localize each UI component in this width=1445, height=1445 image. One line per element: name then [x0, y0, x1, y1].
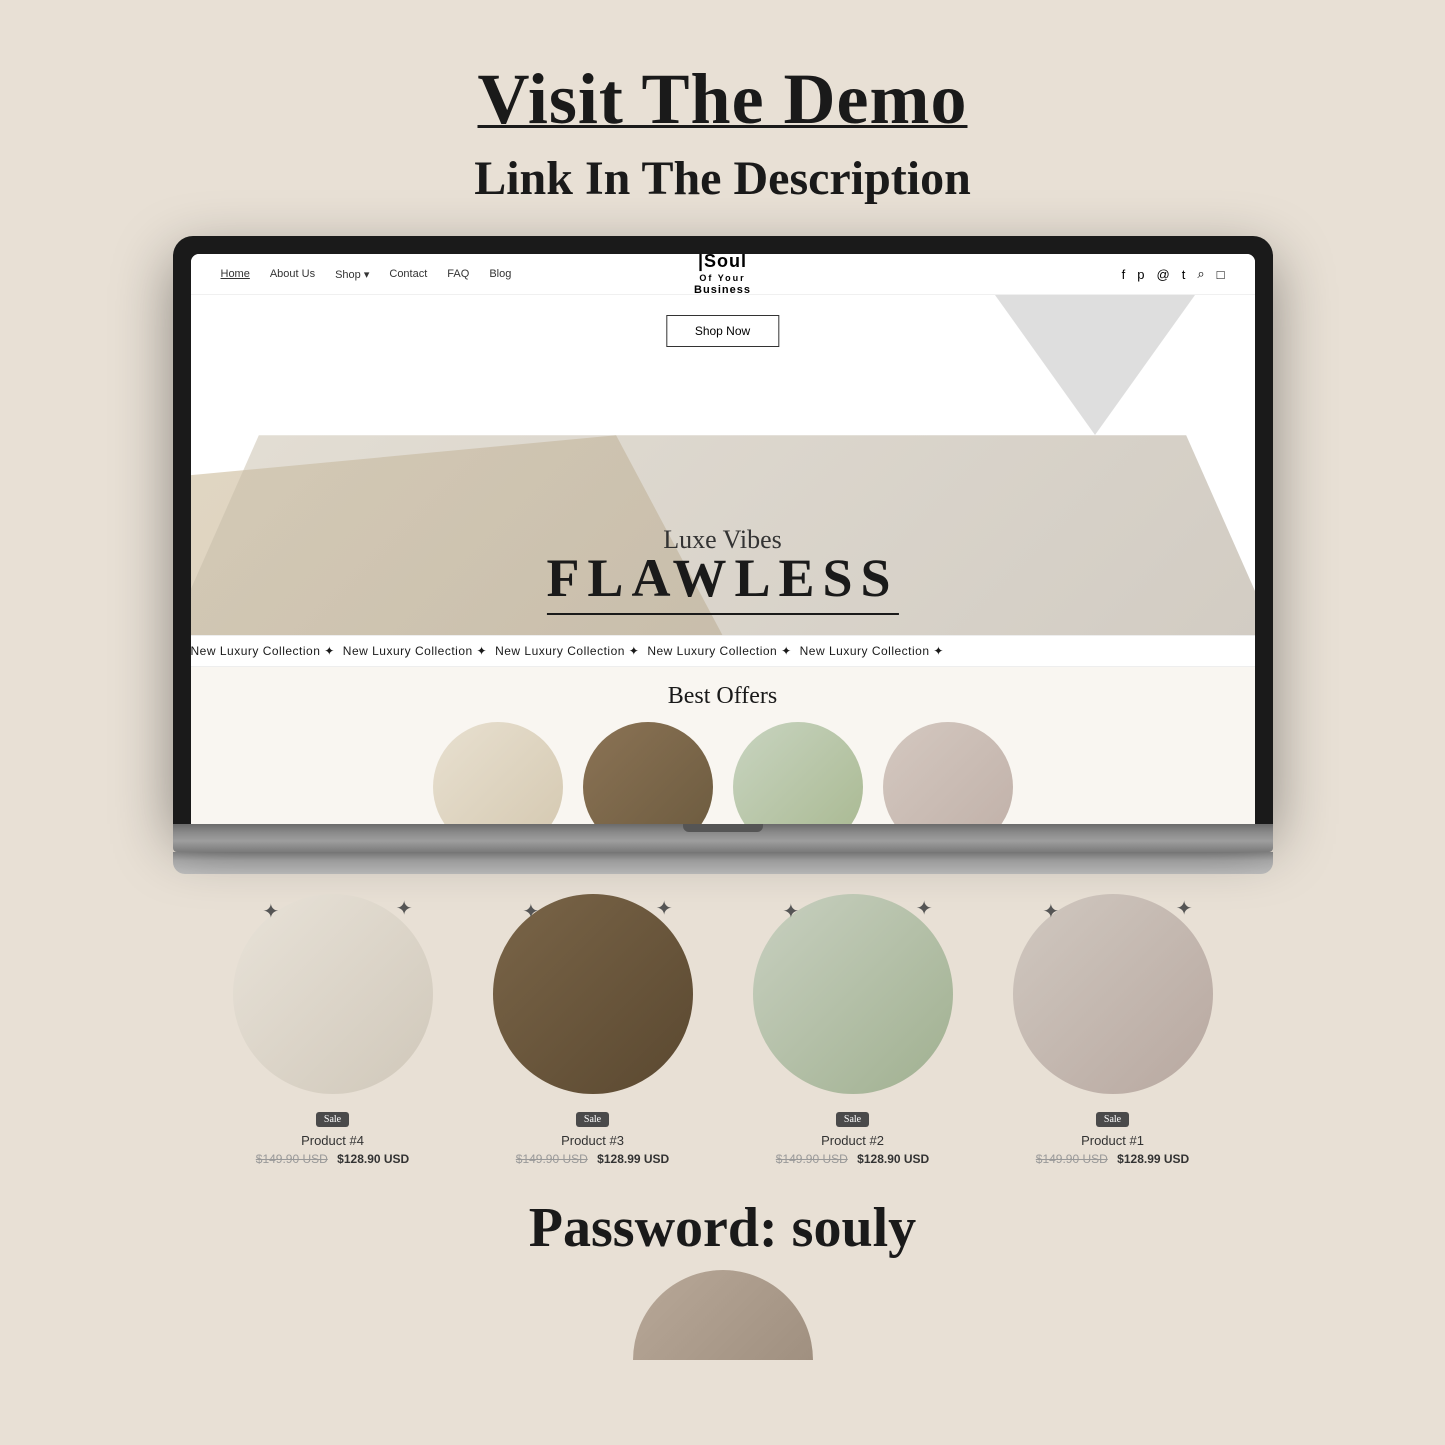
tiktok-icon[interactable]: t: [1182, 267, 1186, 282]
sparkle-tl-3: ✦: [783, 899, 800, 924]
sale-badge-4: Sale: [1096, 1112, 1129, 1127]
product-item-2: ✦ ✦ Sale Product #3 $149.90 USD $128.99 …: [483, 894, 703, 1166]
product-name-3: Product #2: [743, 1133, 963, 1148]
nav-contact[interactable]: Contact: [389, 268, 427, 281]
page-subtitle: Link In The Description: [474, 151, 971, 206]
sale-badge-2: Sale: [576, 1112, 609, 1127]
product-circle-small-2: [583, 722, 713, 824]
marquee-track: New Luxury Collection ✦ New Luxury Colle…: [191, 644, 1255, 658]
marquee-item-5: New Luxury Collection ✦: [800, 644, 944, 658]
product-name-4: Product #1: [1003, 1133, 1223, 1148]
sparkle-tl-2: ✦: [523, 899, 540, 924]
marquee-item-2: New Luxury Collection ✦: [343, 644, 487, 658]
sparkle-tl-1: ✦: [263, 899, 280, 924]
product-name-2: Product #3: [483, 1133, 703, 1148]
sale-badge-1: Sale: [316, 1112, 349, 1127]
product-circle-large-4: [1013, 894, 1213, 1094]
logo-soul: |Soul: [694, 254, 751, 273]
old-price-2: $149.90 USD: [516, 1152, 588, 1166]
products-section: ✦ ✦ Sale Product #4 $149.90 USD $128.90 …: [123, 894, 1323, 1166]
nav-logo: |Soul Of Your Business: [694, 254, 751, 297]
product-circle-large-3: [753, 894, 953, 1094]
flawless-word: FLAWLESS: [546, 547, 898, 615]
nav-blog[interactable]: Blog: [489, 268, 511, 281]
nav-shop[interactable]: Shop ▾: [335, 268, 369, 281]
marquee-section: New Luxury Collection ✦ New Luxury Colle…: [191, 635, 1255, 667]
hero-triangle: [995, 295, 1195, 435]
cart-icon[interactable]: □: [1217, 267, 1225, 282]
best-offers-title: Best Offers: [191, 683, 1255, 710]
sparkle-tr-2: ✦: [656, 896, 673, 921]
laptop-screen-area: Home About Us Shop ▾ Contact FAQ Blog |S…: [173, 236, 1273, 824]
new-price-3: $128.90 USD: [857, 1152, 929, 1166]
website-preview: Home About Us Shop ▾ Contact FAQ Blog |S…: [191, 254, 1255, 824]
sparkle-tr-4: ✦: [1176, 896, 1193, 921]
new-price-1: $128.90 USD: [337, 1152, 409, 1166]
laptop-screen: Home About Us Shop ▾ Contact FAQ Blog |S…: [191, 254, 1255, 824]
laptop-container: Home About Us Shop ▾ Contact FAQ Blog |S…: [173, 236, 1273, 874]
nav-home[interactable]: Home: [221, 268, 250, 281]
product-item-3: ✦ ✦ Sale Product #2 $149.90 USD $128.90 …: [743, 894, 963, 1166]
new-price-4: $128.99 USD: [1117, 1152, 1189, 1166]
old-price-4: $149.90 USD: [1036, 1152, 1108, 1166]
pinterest-icon[interactable]: p: [1137, 267, 1144, 282]
product-name-1: Product #4: [223, 1133, 443, 1148]
facebook-icon[interactable]: f: [1122, 267, 1126, 282]
nav-about[interactable]: About Us: [270, 268, 315, 281]
product-prices-3: $149.90 USD $128.90 USD: [743, 1152, 963, 1166]
product-circle-large-1: [233, 894, 433, 1094]
product-item-1: ✦ ✦ Sale Product #4 $149.90 USD $128.90 …: [223, 894, 443, 1166]
product-prices-2: $149.90 USD $128.99 USD: [483, 1152, 703, 1166]
marquee-item-3: New Luxury Collection ✦: [495, 644, 639, 658]
nav-bar: Home About Us Shop ▾ Contact FAQ Blog |S…: [191, 254, 1255, 295]
password-text: Password: souly: [529, 1196, 916, 1260]
old-price-3: $149.90 USD: [776, 1152, 848, 1166]
marquee-item-1: New Luxury Collection ✦: [191, 644, 335, 658]
product-circle-small-1: [433, 722, 563, 824]
products-row-inside: [191, 722, 1255, 824]
sparkle-tr-3: ✦: [916, 896, 933, 921]
product-circle-small-3: [733, 722, 863, 824]
nav-faq[interactable]: FAQ: [447, 268, 469, 281]
bottom-circle-preview: [633, 1270, 813, 1360]
instagram-icon[interactable]: @: [1157, 267, 1170, 282]
old-price-1: $149.90 USD: [256, 1152, 328, 1166]
hero-section: Shop Now Luxe Vibes FLAWLESS: [191, 295, 1255, 635]
new-price-2: $128.99 USD: [597, 1152, 669, 1166]
best-offers-section: Best Offers: [191, 667, 1255, 824]
shop-now-button[interactable]: Shop Now: [666, 315, 779, 347]
laptop-bottom: [173, 852, 1273, 874]
nav-icons: f p @ t ⌕ □: [1122, 266, 1225, 282]
hero-content: Shop Now: [666, 315, 779, 347]
product-prices-1: $149.90 USD $128.90 USD: [223, 1152, 443, 1166]
page-title: Visit The Demo: [474, 60, 971, 139]
marquee-item-4: New Luxury Collection ✦: [647, 644, 791, 658]
top-section: Visit The Demo Link In The Description: [474, 0, 971, 206]
laptop-base: [173, 824, 1273, 852]
sale-badge-3: Sale: [836, 1112, 869, 1127]
product-prices-4: $149.90 USD $128.99 USD: [1003, 1152, 1223, 1166]
flawless-text-block: Luxe Vibes FLAWLESS: [546, 525, 898, 615]
product-circle-small-4: [883, 722, 1013, 824]
password-section: Password: souly: [529, 1196, 916, 1260]
logo-of-your: Of Your: [694, 273, 751, 284]
product-item-4: ✦ ✦ Sale Product #1 $149.90 USD $128.99 …: [1003, 894, 1223, 1166]
sparkle-tr-1: ✦: [396, 896, 413, 921]
nav-links: Home About Us Shop ▾ Contact FAQ Blog: [221, 268, 512, 281]
sparkle-tl-4: ✦: [1043, 899, 1060, 924]
product-circle-large-2: [493, 894, 693, 1094]
search-icon[interactable]: ⌕: [1197, 266, 1204, 282]
